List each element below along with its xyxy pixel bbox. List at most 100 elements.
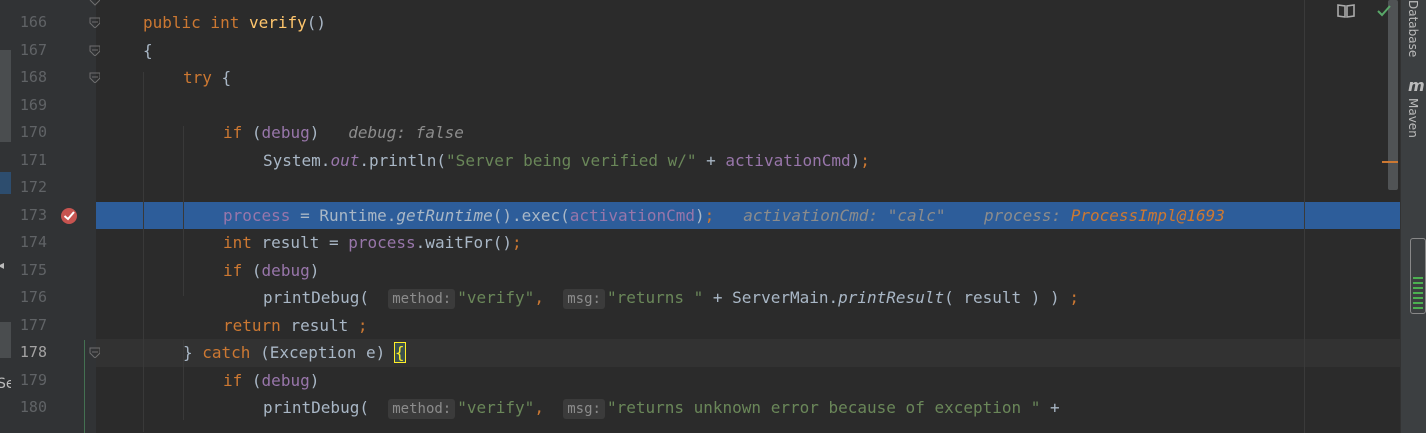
maven-tool-tab[interactable]: Maven [1406, 98, 1420, 138]
code-token: activationCmd [725, 150, 851, 170]
code-token: printResult [838, 288, 945, 307]
code-token: result [290, 315, 358, 335]
code-token: "Server being verified w/" [446, 150, 697, 170]
code-token: ( [251, 370, 262, 390]
indent-guide [143, 72, 144, 432]
code-line[interactable]: if (debug) [223, 257, 319, 285]
code-token: () [306, 13, 327, 32]
line-number[interactable]: 172 [11, 174, 47, 202]
code-token: ; [860, 150, 870, 170]
code-token: + ServerMain. [703, 288, 839, 307]
debug-inline-value: activationCmd: "calc" process: [714, 205, 1071, 225]
code-token: try [183, 68, 222, 87]
line-number[interactable]: 179 [11, 367, 47, 395]
code-token: debug [261, 260, 310, 280]
right-tool-window-bar: Database m Maven [1400, 0, 1426, 433]
code-token: } [183, 343, 203, 362]
database-tool-tab[interactable]: Database [1406, 0, 1420, 57]
left-arrow-icon[interactable]: ◂ [0, 258, 4, 272]
code-token: + [1040, 398, 1060, 417]
code-line[interactable]: return result ; [223, 312, 368, 340]
code-token: if [223, 370, 252, 390]
left-panel-scroll-lower[interactable] [0, 322, 11, 358]
code-token: .waitFor() [415, 233, 512, 252]
code-token: { [221, 68, 232, 87]
line-number[interactable]: 176 [11, 284, 47, 312]
code-line[interactable]: printDebug( method: "verify", msg: "return… [263, 284, 1079, 312]
code-token: ( [251, 123, 262, 142]
code-token: , [534, 288, 564, 307]
fold-icon[interactable] [89, 17, 100, 28]
line-number[interactable]: 167 [11, 37, 47, 65]
code-line[interactable]: if (debug) [223, 367, 319, 395]
line-number[interactable]: 177 [11, 312, 47, 340]
code-token: process [223, 205, 291, 225]
line-number[interactable]: 169 [11, 92, 47, 120]
code-token: if [223, 123, 252, 142]
code-token: { [393, 342, 406, 363]
code-token: ) [309, 123, 349, 142]
debug-inline-value: ProcessImpl@1693 [1070, 205, 1225, 225]
code-token: ; [512, 233, 522, 252]
code-token: debug [261, 370, 310, 390]
memory-indicator-icon[interactable] [1410, 238, 1426, 314]
line-number[interactable]: 180 [11, 394, 47, 422]
code-line[interactable]: int result = process.waitFor(); [223, 229, 522, 257]
code-token: ) [309, 370, 320, 390]
code-line[interactable]: public int verify() [143, 9, 326, 37]
fold-icon[interactable] [89, 45, 100, 56]
vcs-change-marker[interactable] [84, 340, 85, 433]
code-token: public int [143, 13, 249, 32]
line-number[interactable]: 173 [11, 202, 47, 230]
code-line[interactable]: printDebug( method: "verify", msg: "return… [263, 394, 1060, 422]
code-token: "returns " [606, 288, 704, 307]
code-token: .println( [359, 150, 447, 170]
fold-end-icon[interactable] [89, 0, 100, 11]
line-number[interactable]: 170 [11, 119, 47, 147]
code-token: printDebug( [263, 398, 389, 417]
scrollbar-error-marker[interactable] [1382, 161, 1398, 163]
code-token: ( [251, 260, 262, 280]
left-tool-strip: ◂ Se [0, 0, 15, 433]
code-line[interactable]: } catch (Exception e) { [183, 339, 406, 367]
parameter-hint: method: [388, 289, 456, 309]
code-line[interactable]: if (debug) debug: false [223, 119, 464, 147]
fold-icon[interactable] [89, 72, 100, 83]
line-number[interactable]: 175 [11, 257, 47, 285]
code-token: int [223, 233, 262, 252]
code-line[interactable]: process = Runtime.getRuntime().exec(acti… [223, 202, 1225, 230]
check-icon[interactable] [1376, 3, 1392, 19]
code-token: ; [704, 205, 715, 225]
book-icon[interactable] [1337, 3, 1355, 19]
code-token: return [223, 315, 291, 335]
debug-inline-value: debug: false [348, 123, 464, 142]
line-number[interactable]: 174 [11, 229, 47, 257]
line-number[interactable]: 168 [11, 64, 47, 92]
code-token: debug [261, 123, 310, 142]
indent-guide [183, 126, 184, 296]
code-token: ( result ) ) [944, 288, 1070, 307]
code-token: if [223, 260, 252, 280]
code-line[interactable]: try { [183, 64, 231, 92]
line-number[interactable]: 171 [11, 147, 47, 175]
code-token: ) [695, 205, 705, 225]
code-token: catch [202, 343, 261, 362]
left-panel-scroll[interactable] [0, 50, 11, 142]
parameter-hint: method: [388, 399, 456, 419]
breakpoint-icon[interactable] [60, 207, 78, 225]
code-line[interactable]: { [143, 37, 153, 65]
code-token: "returns unknown error because of except… [606, 398, 1041, 417]
right-margin-guide [1304, 0, 1305, 433]
line-number[interactable]: 166 [11, 9, 47, 37]
code-token: , [534, 398, 564, 417]
code-token: ().exec( [492, 205, 570, 225]
code-token: + [696, 150, 726, 170]
line-number[interactable]: 178 [11, 339, 47, 367]
code-token: ) [309, 260, 320, 280]
maven-icon[interactable]: m [1408, 76, 1425, 95]
code-token: System. [263, 150, 331, 170]
code-token: activationCmd [569, 205, 696, 225]
fold-icon[interactable] [89, 347, 100, 358]
code-token: "verify" [457, 398, 535, 417]
code-line[interactable]: System.out.println("Server being verifie… [263, 147, 870, 175]
